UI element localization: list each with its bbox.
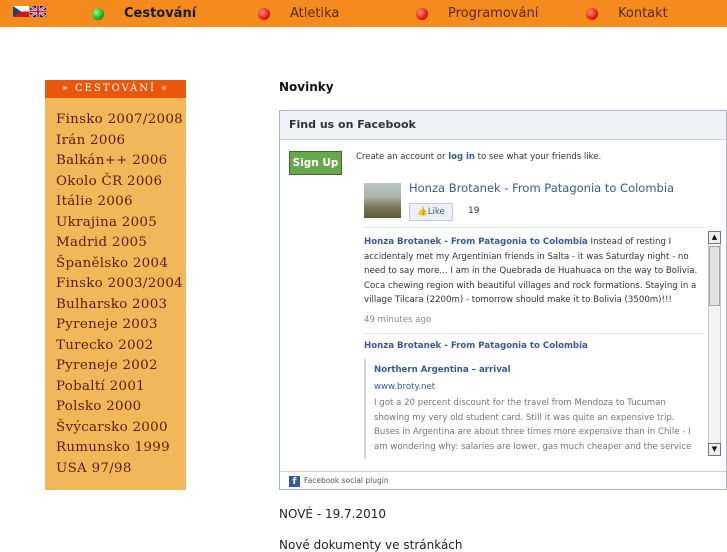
- sidebar-item[interactable]: Madrid 2005: [56, 233, 186, 254]
- nav-item-cestovani[interactable]: Cestování: [92, 0, 196, 27]
- sidebar-item[interactable]: Rumunsko 1999: [56, 438, 186, 459]
- scroll-up-arrow-icon[interactable]: ▲: [708, 231, 721, 244]
- sidebar-item[interactable]: Pobaltí 2001: [56, 377, 186, 398]
- sidebar-item[interactable]: Bulharsko 2003: [56, 295, 186, 316]
- status-green-icon: [92, 7, 104, 20]
- page-title: Novinky: [279, 80, 334, 94]
- nav-label: Cestování: [124, 6, 197, 21]
- facebook-like-box: Find us on Facebook Sign Up Create an ac…: [279, 110, 727, 490]
- like-label: Like: [427, 207, 445, 217]
- divider: [364, 333, 704, 334]
- status-red-icon: [586, 7, 598, 20]
- nav-item-kontakt[interactable]: Kontakt: [586, 0, 668, 27]
- nav-label: Atletika: [290, 6, 340, 21]
- thumbs-up-icon: 👍: [417, 207, 428, 217]
- sidebar-item[interactable]: Finsko 2007/2008: [56, 110, 186, 131]
- sidebar-item[interactable]: Balkán++ 2006: [56, 151, 186, 172]
- sidebar-item[interactable]: USA 97/98: [56, 459, 186, 480]
- create-prefix: Create an account or: [356, 152, 449, 162]
- sidebar-item[interactable]: Pyreneje 2002: [56, 356, 186, 377]
- facebook-header: Find us on Facebook: [280, 111, 726, 140]
- attachment-url-link[interactable]: www.broty.net: [374, 380, 700, 395]
- nav-label: Programování: [448, 6, 539, 21]
- uk-flag-icon[interactable]: [30, 6, 46, 17]
- sidebar-item[interactable]: Švýcarsko 2000: [56, 418, 186, 439]
- post-text: Instead of resting I accidentaly met my …: [364, 237, 698, 305]
- sidebar-item[interactable]: Okolo ČR 2006: [56, 172, 186, 193]
- status-red-icon: [258, 7, 270, 20]
- divider: [364, 227, 704, 228]
- create-account-text: Create an account or log in to see what …: [356, 152, 601, 162]
- scroll-down-arrow-icon[interactable]: ▼: [708, 443, 721, 456]
- sidebar-item[interactable]: Španělsko 2004: [56, 254, 186, 275]
- nav-item-atletika[interactable]: Atletika: [258, 0, 339, 27]
- post-timestamp[interactable]: 49 minutes ago: [364, 315, 431, 325]
- facebook-footer: f Facebook social plugin: [280, 471, 726, 489]
- post-author-link[interactable]: Honza Brotanek - From Patagonia to Colom…: [364, 341, 588, 351]
- sidebar-item[interactable]: Polsko 2000: [56, 397, 186, 418]
- social-plugin-link[interactable]: Facebook social plugin: [304, 476, 389, 485]
- nav-label: Kontakt: [618, 6, 668, 21]
- sidebar-item[interactable]: Finsko 2003/2004: [56, 274, 186, 295]
- top-navigation-bar: Cestování Atletika Programování Kontakt: [0, 0, 727, 27]
- like-button[interactable]: 👍Like: [409, 203, 453, 221]
- attachment-title-link[interactable]: Northern Argentina – arrival: [374, 363, 700, 378]
- news-line: Nové dokumenty ve stránkách: [279, 538, 463, 552]
- czech-flag-icon[interactable]: [13, 6, 29, 17]
- feed-post: Honza Brotanek - From Patagonia to Colom…: [364, 235, 704, 308]
- sidebar-item[interactable]: Pyreneje 2003: [56, 315, 186, 336]
- scrollbar-thumb[interactable]: [709, 246, 720, 306]
- page-thumbnail[interactable]: [364, 183, 401, 218]
- signup-button[interactable]: Sign Up: [289, 151, 342, 175]
- nav-item-programovani[interactable]: Programování: [416, 0, 538, 27]
- feed-scrollbar[interactable]: ▲ ▼: [708, 231, 721, 456]
- sidebar-heading: » CESTOVÁNÍ «: [45, 80, 186, 98]
- sidebar-item[interactable]: Ukrajina 2005: [56, 213, 186, 234]
- page-name-link[interactable]: Honza Brotanek - From Patagonia to Colom…: [409, 181, 674, 195]
- login-link[interactable]: log in: [448, 152, 475, 162]
- travel-sidebar: » CESTOVÁNÍ « Finsko 2007/2008 Irán 2006…: [45, 80, 186, 490]
- sidebar-item[interactable]: Turecko 2002: [56, 336, 186, 357]
- status-red-icon: [416, 7, 428, 20]
- post-author-link[interactable]: Honza Brotanek - From Patagonia to Colom…: [364, 237, 588, 247]
- trip-list: Finsko 2007/2008 Irán 2006 Balkán++ 2006…: [45, 98, 186, 479]
- create-suffix: to see what your friends like.: [474, 152, 602, 162]
- link-attachment: Northern Argentina – arrival www.broty.n…: [364, 359, 700, 459]
- facebook-icon: f: [289, 475, 300, 487]
- like-count: 19: [468, 206, 480, 216]
- sidebar-item[interactable]: Irán 2006: [56, 131, 186, 152]
- news-date: NOVÉ - 19.7.2010: [279, 507, 387, 521]
- attachment-text: I got a 20 percent discount for the trav…: [374, 398, 692, 452]
- sidebar-item[interactable]: Itálie 2006: [56, 192, 186, 213]
